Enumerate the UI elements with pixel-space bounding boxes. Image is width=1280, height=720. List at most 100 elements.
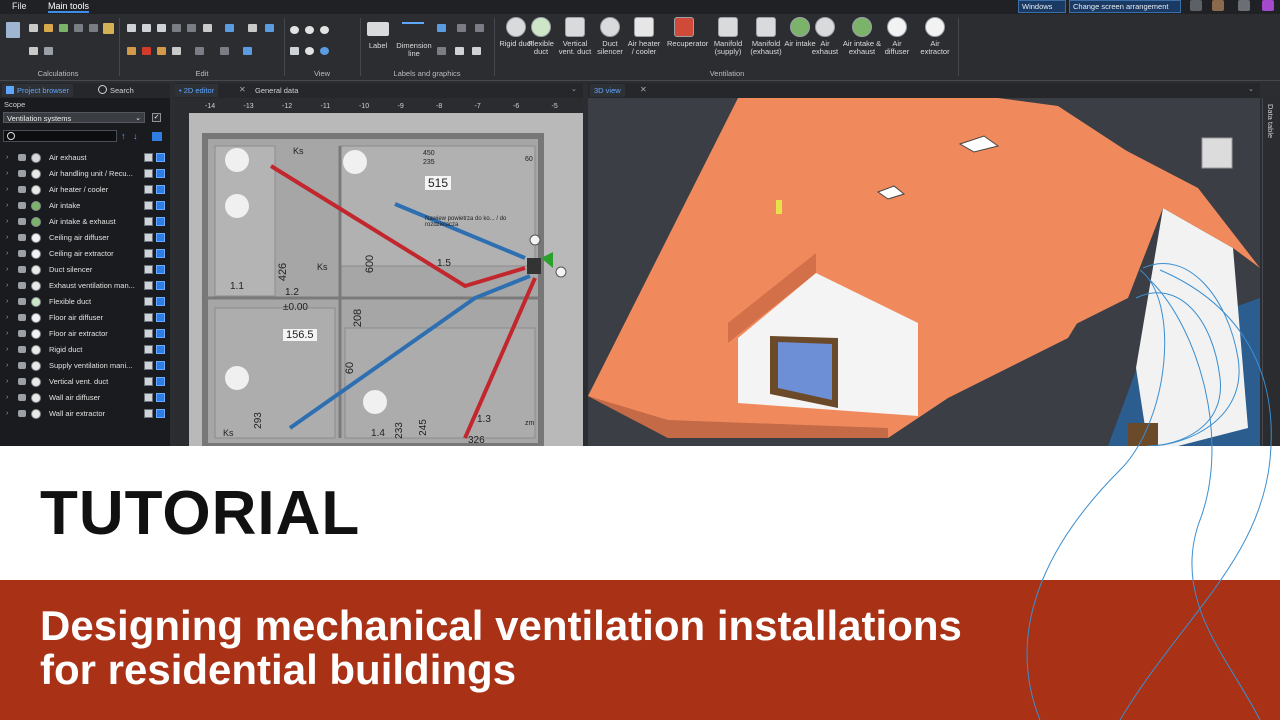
chevron-right-icon[interactable]: ›: [6, 358, 8, 374]
vent-button-4[interactable]: Air heater / cooler: [627, 17, 661, 56]
vent-button-12[interactable]: Air extractor: [918, 17, 952, 56]
vent-button-5[interactable]: Recuperator: [667, 17, 708, 48]
vent-button-10[interactable]: Air intake & exhaust: [842, 17, 882, 56]
visibility-icon[interactable]: [18, 314, 26, 321]
tree-item[interactable]: › Floor air extractor: [0, 326, 168, 342]
delete-icon[interactable]: [142, 47, 151, 55]
chevron-right-icon[interactable]: ›: [6, 406, 8, 422]
properties-icon[interactable]: [144, 409, 153, 418]
properties-icon[interactable]: [144, 361, 153, 370]
properties-icon[interactable]: [144, 265, 153, 274]
tree-item[interactable]: › Rigid duct: [0, 342, 168, 358]
chevron-down-icon[interactable]: ⌄: [1248, 85, 1254, 93]
scope-checkbox[interactable]: ✓: [152, 113, 161, 122]
edit-tool-icon[interactable]: [248, 24, 257, 32]
vent-button-1[interactable]: Flexible duct: [524, 17, 558, 56]
table-icon[interactable]: [156, 265, 165, 274]
properties-icon[interactable]: [144, 345, 153, 354]
tree-item[interactable]: › Vertical vent. duct: [0, 374, 168, 390]
dimension-line-icon[interactable]: [402, 22, 424, 36]
edit-tool-icon[interactable]: [172, 47, 181, 55]
table-icon[interactable]: [156, 233, 165, 242]
visibility-icon[interactable]: [18, 410, 26, 417]
tree-item[interactable]: › Air handling unit / Recu...: [0, 166, 168, 182]
dimension-line-button[interactable]: Dimension line: [395, 39, 433, 58]
edit-tool-icon[interactable]: [220, 47, 229, 55]
visibility-icon[interactable]: [18, 218, 26, 225]
windows-button[interactable]: Windows: [1018, 0, 1066, 13]
tree-item[interactable]: › Ceiling air diffuser: [0, 230, 168, 246]
table-icon[interactable]: [156, 249, 165, 258]
tree-item[interactable]: › Air intake: [0, 198, 168, 214]
chevron-right-icon[interactable]: ›: [6, 294, 8, 310]
visibility-icon[interactable]: [18, 298, 26, 305]
3d-view-canvas[interactable]: [588, 98, 1260, 446]
properties-icon[interactable]: [144, 233, 153, 242]
tree-item[interactable]: › Wall air extractor: [0, 406, 168, 422]
chevron-right-icon[interactable]: ›: [6, 342, 8, 358]
graphics-icon[interactable]: [457, 24, 466, 32]
calc-tool-icon[interactable]: [44, 47, 53, 55]
scope-select[interactable]: Ventilation systems ⌄: [3, 112, 145, 123]
zoom-out-icon[interactable]: [305, 26, 314, 34]
table-icon[interactable]: [156, 361, 165, 370]
calc-tool-icon[interactable]: [59, 24, 68, 32]
properties-icon[interactable]: [144, 249, 153, 258]
properties-icon[interactable]: [144, 297, 153, 306]
edit-tool-icon[interactable]: [157, 47, 166, 55]
table-icon[interactable]: [455, 47, 464, 55]
visibility-icon[interactable]: [18, 170, 26, 177]
close-icon[interactable]: ✕: [640, 85, 647, 94]
tab-project-browser[interactable]: Project browser: [2, 84, 74, 97]
edit-tool-icon[interactable]: [203, 24, 212, 32]
tab-general-data[interactable]: General data: [251, 84, 302, 97]
table-icon[interactable]: [156, 377, 165, 386]
calculations-icon[interactable]: [6, 22, 20, 38]
table-icon[interactable]: [156, 281, 165, 290]
table-icon[interactable]: [156, 217, 165, 226]
table-icon[interactable]: [156, 153, 165, 162]
table-icon[interactable]: [156, 393, 165, 402]
properties-icon[interactable]: [144, 153, 153, 162]
edit-tool-icon[interactable]: [265, 24, 274, 32]
visibility-icon[interactable]: [18, 378, 26, 385]
visibility-icon[interactable]: [18, 362, 26, 369]
tree-item[interactable]: › Air intake & exhaust: [0, 214, 168, 230]
vent-button-9[interactable]: Air exhaust: [808, 17, 842, 56]
calc-tool-icon[interactable]: [89, 24, 98, 32]
menu-main-tools[interactable]: Main tools: [48, 1, 90, 13]
table-icon[interactable]: [156, 169, 165, 178]
chevron-right-icon[interactable]: ›: [6, 214, 8, 230]
visibility-icon[interactable]: [18, 282, 26, 289]
table-icon[interactable]: [156, 313, 165, 322]
sort-down-icon[interactable]: ↓: [133, 131, 141, 141]
clone-icon[interactable]: [157, 24, 166, 32]
visibility-icon[interactable]: [18, 330, 26, 337]
tab-3d-view[interactable]: 3D view: [590, 84, 625, 97]
calc-tool-icon[interactable]: [44, 24, 53, 32]
screen-arrangement-button[interactable]: Change screen arrangement: [1069, 0, 1181, 13]
paste-icon[interactable]: [142, 24, 151, 32]
label-button[interactable]: Label: [361, 39, 395, 50]
chevron-right-icon[interactable]: ›: [6, 198, 8, 214]
visibility-icon[interactable]: [18, 346, 26, 353]
zoom-in-icon[interactable]: [290, 26, 299, 34]
visibility-icon[interactable]: [18, 234, 26, 241]
redo-icon[interactable]: [187, 24, 196, 32]
visibility-icon[interactable]: [18, 202, 26, 209]
text-style-icon[interactable]: [437, 24, 446, 32]
grid-icon[interactable]: [472, 47, 481, 55]
visibility-icon[interactable]: [18, 266, 26, 273]
2d-editor-canvas[interactable]: -14-13-12-11-10-9-8-7-6-5-4 515 4: [175, 98, 583, 446]
properties-icon[interactable]: [144, 169, 153, 178]
properties-icon[interactable]: [144, 201, 153, 210]
tree-item[interactable]: › Air exhaust: [0, 150, 168, 166]
table-icon[interactable]: [156, 329, 165, 338]
chevron-right-icon[interactable]: ›: [6, 166, 8, 182]
edit-tool-icon[interactable]: [195, 47, 204, 55]
graphics-icon[interactable]: [437, 47, 446, 55]
tree-item[interactable]: › Air heater / cooler: [0, 182, 168, 198]
vent-button-6[interactable]: Manifold (supply): [711, 17, 745, 56]
table-icon[interactable]: [156, 185, 165, 194]
properties-icon[interactable]: [144, 329, 153, 338]
